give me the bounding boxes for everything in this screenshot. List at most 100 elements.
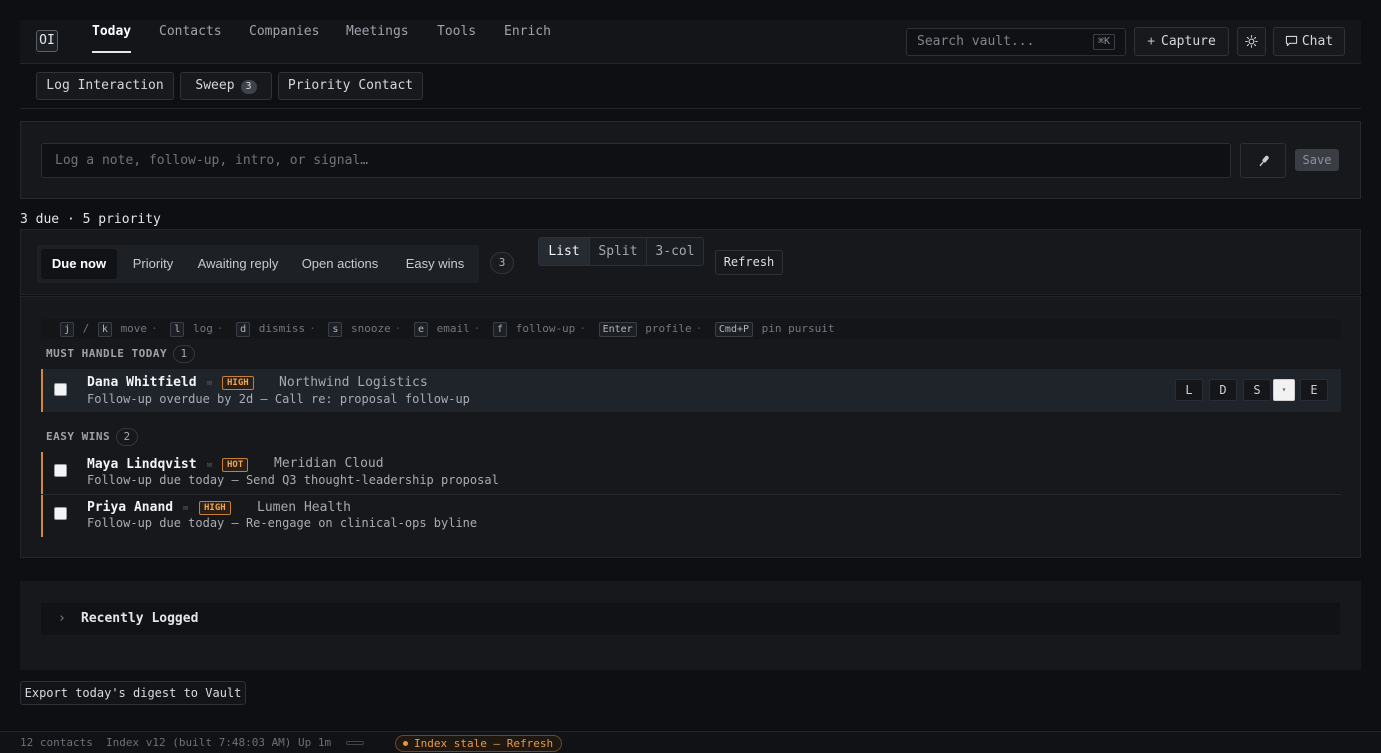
sweep-button[interactable]: Sweep 3 — [180, 72, 272, 100]
top-nav: OI Today Contacts Companies Meetings Too… — [20, 20, 1361, 64]
capture-panel: Log a note, follow-up, intro, or signal…… — [20, 121, 1361, 199]
company-name[interactable]: Lumen Health — [257, 500, 351, 515]
index-version: Index v12 (built 7:48:03 AM) — [106, 736, 292, 749]
shortcut-label: move — [120, 322, 148, 335]
filter-tab-open-actions[interactable]: Open actions — [295, 249, 385, 279]
recently-logged-toggle[interactable]: › Recently Logged — [41, 603, 1340, 635]
company-name[interactable]: Meridian Cloud — [274, 456, 384, 471]
contact-count: 12 contacts — [20, 736, 93, 749]
shortcut-key: l — [170, 322, 185, 337]
voice-button[interactable] — [1240, 143, 1286, 178]
section-header-easy-wins: EASY WINS 2 — [46, 428, 139, 446]
nav-tab-companies[interactable]: Companies — [249, 24, 319, 54]
shortcut-key: Enter — [598, 322, 637, 337]
row-checkbox[interactable] — [54, 383, 67, 396]
view-list-button[interactable]: List — [539, 238, 589, 265]
shortcut-key: j — [60, 322, 75, 337]
company-name[interactable]: Northwind Logistics — [279, 375, 428, 390]
filter-tabs: Due now Priority Awaiting reply Open act… — [37, 245, 479, 283]
shortcut-label: pin pursuit — [761, 322, 835, 335]
chevron-right-icon: › — [58, 611, 66, 626]
app-logo[interactable]: OI — [36, 30, 58, 52]
shortcut-label: email — [436, 322, 470, 335]
nav-tab-tools[interactable]: Tools — [437, 24, 476, 54]
recently-logged-title: Recently Logged — [81, 611, 199, 626]
shortcut-label: log — [192, 322, 213, 335]
shortcut-key: Cmd+P — [714, 322, 754, 337]
shortcut-key: d — [236, 322, 251, 337]
nav-tab-enrich[interactable]: Enrich — [504, 24, 551, 54]
chat-bubble-icon — [1285, 35, 1297, 47]
view-split-button[interactable]: Split — [590, 238, 646, 265]
row-checkbox[interactable] — [54, 464, 67, 477]
shortcut-key: f — [493, 322, 508, 337]
contact-name[interactable]: Dana Whitfield — [87, 375, 197, 390]
keyboard-shortcut-hints: j / k move · l log · d dismiss · s snooze · … — [41, 319, 1341, 339]
contact-name[interactable]: Priya Anand — [87, 500, 173, 515]
sweep-label: Sweep — [195, 78, 235, 93]
nav-tab-meetings[interactable]: Meetings — [346, 24, 409, 54]
due-summary: 3 due · 5 priority — [20, 212, 161, 227]
view-mode-toggle: List Split 3-col — [538, 237, 704, 266]
section-count-badge: 1 — [173, 345, 196, 363]
filter-tab-awaiting-reply[interactable]: Awaiting reply — [191, 249, 285, 279]
note-input[interactable]: Log a note, follow-up, intro, or signal… — [41, 143, 1231, 178]
email-action-button[interactable]: E — [1300, 379, 1328, 401]
priority-tag: HIGH — [199, 501, 231, 515]
nav-tab-today[interactable]: Today — [92, 24, 132, 54]
dismiss-action-button[interactable]: D — [1209, 379, 1237, 401]
search-placeholder: Search vault... — [917, 34, 1035, 49]
section-title: EASY WINS — [46, 430, 111, 443]
snooze-dropdown-button[interactable]: ▾ — [1273, 379, 1295, 401]
mail-icon: ✉ — [207, 460, 213, 470]
shortcut-key: k — [97, 322, 112, 337]
filter-count-badge: 3 — [490, 252, 514, 274]
filter-tab-due-now[interactable]: Due now — [41, 249, 117, 279]
contact-name[interactable]: Maya Lindqvist — [87, 457, 197, 472]
capture-button[interactable]: + Capture — [1134, 27, 1229, 56]
snooze-action-button[interactable]: S — [1243, 379, 1271, 401]
microphone-icon — [1259, 155, 1269, 167]
follow-up-detail: Follow-up due today — Send Q3 thought-le… — [87, 473, 499, 487]
theme-toggle-button[interactable] — [1237, 27, 1266, 56]
activity-indicator — [346, 741, 364, 745]
log-interaction-button[interactable]: Log Interaction — [36, 72, 174, 100]
sweep-count-badge: 3 — [240, 80, 257, 94]
list-item[interactable]: Dana Whitfield ✉ HIGH Northwind Logistic… — [41, 369, 1341, 412]
capture-label: Capture — [1161, 34, 1216, 49]
section-header-must-handle: MUST HANDLE TODAY 1 — [46, 345, 196, 363]
save-button[interactable]: Save — [1295, 149, 1339, 171]
plus-icon: + — [1147, 34, 1156, 49]
follow-up-detail: Follow-up overdue by 2d — Call re: propo… — [87, 392, 470, 406]
filter-bar: Due now Priority Awaiting reply Open act… — [20, 229, 1361, 295]
filter-tab-priority[interactable]: Priority — [121, 249, 185, 279]
refresh-button[interactable]: Refresh — [715, 250, 783, 275]
action-toolbar: Log Interaction Sweep 3 Priority Contact — [20, 64, 1361, 109]
list-item[interactable]: Priya Anand ✉ HIGH Lumen Health Follow-u… — [41, 495, 1341, 537]
mail-icon: ✉ — [183, 503, 189, 513]
list-item[interactable]: Maya Lindqvist ✉ HOT Meridian Cloud Foll… — [41, 452, 1341, 494]
section-title: MUST HANDLE TODAY — [46, 347, 168, 360]
mail-icon: ✉ — [207, 378, 213, 388]
filter-tab-easy-wins[interactable]: Easy wins — [397, 249, 473, 279]
search-shortcut-badge: ⌘K — [1092, 34, 1115, 50]
view-3col-button[interactable]: 3-col — [647, 238, 703, 265]
export-digest-button[interactable]: Export today's digest to Vault — [20, 681, 246, 705]
log-action-button[interactable]: L — [1175, 379, 1203, 401]
row-checkbox[interactable] — [54, 507, 67, 520]
recently-logged-panel: › Recently Logged — [20, 581, 1361, 670]
shortcut-label: dismiss — [258, 322, 306, 335]
uptime: Up 1m — [298, 736, 332, 749]
status-bar: 12 contacts Index v12 (built 7:48:03 AM)… — [0, 731, 1381, 753]
index-stale-refresh-badge[interactable]: Index stale — Refresh — [395, 735, 563, 752]
section-count-badge: 2 — [116, 428, 139, 446]
nav-tab-contacts[interactable]: Contacts — [159, 24, 222, 54]
priority-contact-button[interactable]: Priority Contact — [278, 72, 423, 100]
follow-up-detail: Follow-up due today — Re-engage on clini… — [87, 516, 478, 530]
shortcut-label: follow-up — [515, 322, 576, 335]
chat-button[interactable]: Chat — [1273, 27, 1345, 56]
search-input[interactable]: Search vault... ⌘K — [906, 28, 1126, 56]
chat-label: Chat — [1301, 34, 1334, 49]
shortcut-key: e — [414, 322, 429, 337]
task-list-panel: j / k move · l log · d dismiss · s snooze · … — [20, 296, 1361, 558]
